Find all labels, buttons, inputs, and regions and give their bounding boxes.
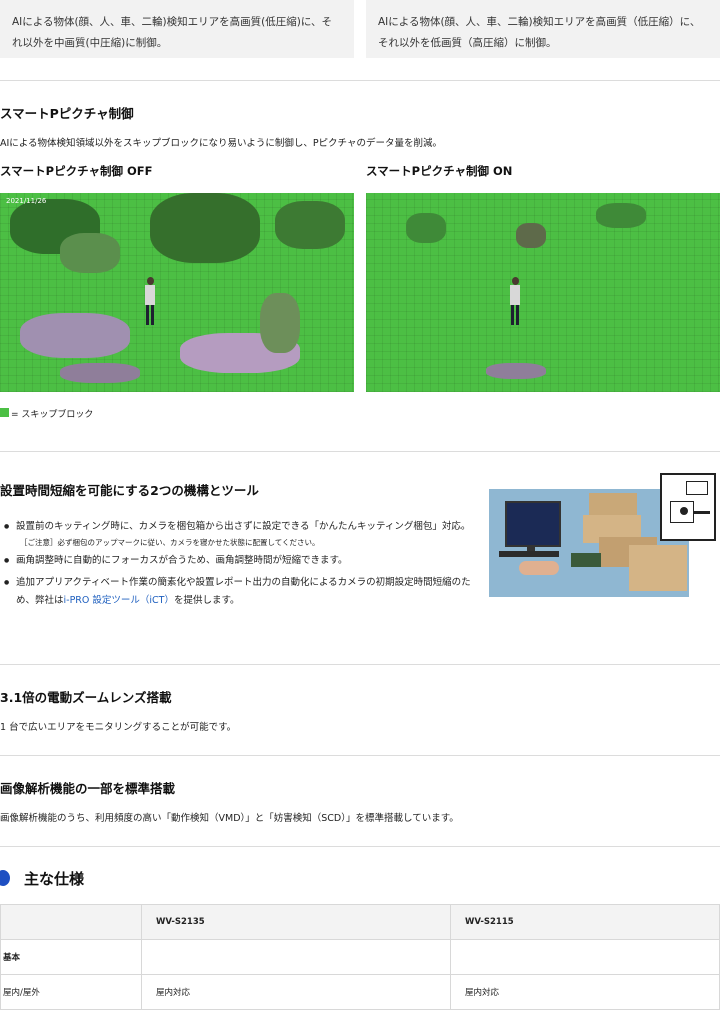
table-group-label: 基本 bbox=[0, 939, 142, 975]
section-title-zoom: 3.1倍の電動ズームレンズ搭載 bbox=[0, 690, 172, 705]
table-row: 基本 bbox=[0, 939, 720, 975]
image-timestamp: 2021/11/26 bbox=[6, 197, 47, 205]
autofocus-text: 画角調整時に自動的にフォーカスが合うため、画角調整時間が短縮できます。 bbox=[16, 555, 348, 566]
smart-p-on-label: スマートPピクチャ制御 ON bbox=[366, 164, 513, 178]
section-title-analytics: 画像解析機能の一部を標準搭載 bbox=[0, 781, 176, 796]
kitting-text: 設置前のキッティング時に、カメラを梱包箱から出さずに設定できる「かんたんキッティ… bbox=[16, 521, 471, 532]
list-item: 追加アプリアクティベート作業の簡素化や設置レポート出力の自動化によるカメラの初期… bbox=[0, 574, 475, 610]
compression-text-right: AIによる物体(顔、人、車、二輪)検知エリアを高画質（低圧縮）に、それ以外を低画… bbox=[378, 16, 701, 49]
section-bullet-icon bbox=[0, 870, 10, 886]
table-row-label: 屋内/屋外 bbox=[0, 974, 142, 1010]
kitting-icon bbox=[660, 473, 716, 541]
table-cell: 屋内対応 bbox=[141, 974, 451, 1010]
kitting-note: ［ご注意］必ず梱包のアップマークに従い、カメラを寝かせた状態に配置してください。 bbox=[20, 538, 320, 547]
section-title-install: 設置時間短縮を可能にする2つの機構とツール bbox=[0, 483, 259, 498]
skip-block-legend: = スキップブロック bbox=[11, 410, 94, 420]
table-header-row: WV-S2135 WV-S2115 bbox=[0, 904, 720, 940]
compression-box-right: AIによる物体(顔、人、車、二輪)検知エリアを高画質（低圧縮）に、それ以外を低画… bbox=[366, 0, 720, 58]
section-title-smart-p: スマートPピクチャ制御 bbox=[0, 106, 134, 121]
list-item: 画角調整時に自動的にフォーカスが合うため、画角調整時間が短縮できます。 bbox=[0, 552, 475, 570]
skip-block-swatch bbox=[0, 408, 9, 417]
ict-text-b: を提供します。 bbox=[174, 595, 240, 606]
table-header-wv-s2115: WV-S2115 bbox=[450, 904, 720, 940]
table-cell-empty bbox=[141, 939, 451, 975]
list-item: 設置前のキッティング時に、カメラを梱包箱から出さずに設定できる「かんたんキッティ… bbox=[0, 518, 475, 550]
kitting-illustration bbox=[489, 489, 689, 597]
section-title-specs: 主な仕様 bbox=[24, 870, 85, 888]
table-cell: 屋内対応 bbox=[450, 974, 720, 1010]
table-cell-empty bbox=[450, 939, 720, 975]
smart-p-off-image: 2021/11/26 bbox=[0, 193, 354, 392]
zoom-description: 1 台で広いエリアをモニタリングすることが可能です。 bbox=[0, 722, 237, 733]
spec-table: WV-S2135 WV-S2115 基本 屋内/屋外 屋内対応 屋内対応 bbox=[0, 904, 720, 1010]
install-feature-list: 設置前のキッティング時に、カメラを梱包箱から出さずに設定できる「かんたんキッティ… bbox=[0, 518, 475, 610]
table-header-wv-s2135: WV-S2135 bbox=[141, 904, 451, 940]
divider bbox=[0, 451, 720, 452]
divider bbox=[0, 755, 720, 756]
table-header-blank bbox=[0, 904, 142, 940]
smart-p-description: AIによる物体検知領域以外をスキップブロックになり易いように制御し、Pピクチャの… bbox=[0, 138, 442, 149]
table-row: 屋内/屋外 屋内対応 屋内対応 bbox=[0, 974, 720, 1010]
smart-p-off-label: スマートPピクチャ制御 OFF bbox=[0, 164, 153, 178]
divider bbox=[0, 80, 720, 81]
analytics-description: 画像解析機能のうち、利用頻度の高い「動作検知（VMD）」と「妨害検知（SCD）」… bbox=[0, 813, 459, 824]
ict-tool-link[interactable]: i-PRO 設定ツール（iCT） bbox=[64, 595, 174, 606]
divider bbox=[0, 664, 720, 665]
compression-box-left: AIによる物体(顔、人、車、二輪)検知エリアを高画質(低圧縮)に、それ以外を中画… bbox=[0, 0, 354, 58]
compression-text-left: AIによる物体(顔、人、車、二輪)検知エリアを高画質(低圧縮)に、それ以外を中画… bbox=[12, 16, 333, 49]
divider bbox=[0, 846, 720, 847]
smart-p-on-image bbox=[366, 193, 720, 392]
